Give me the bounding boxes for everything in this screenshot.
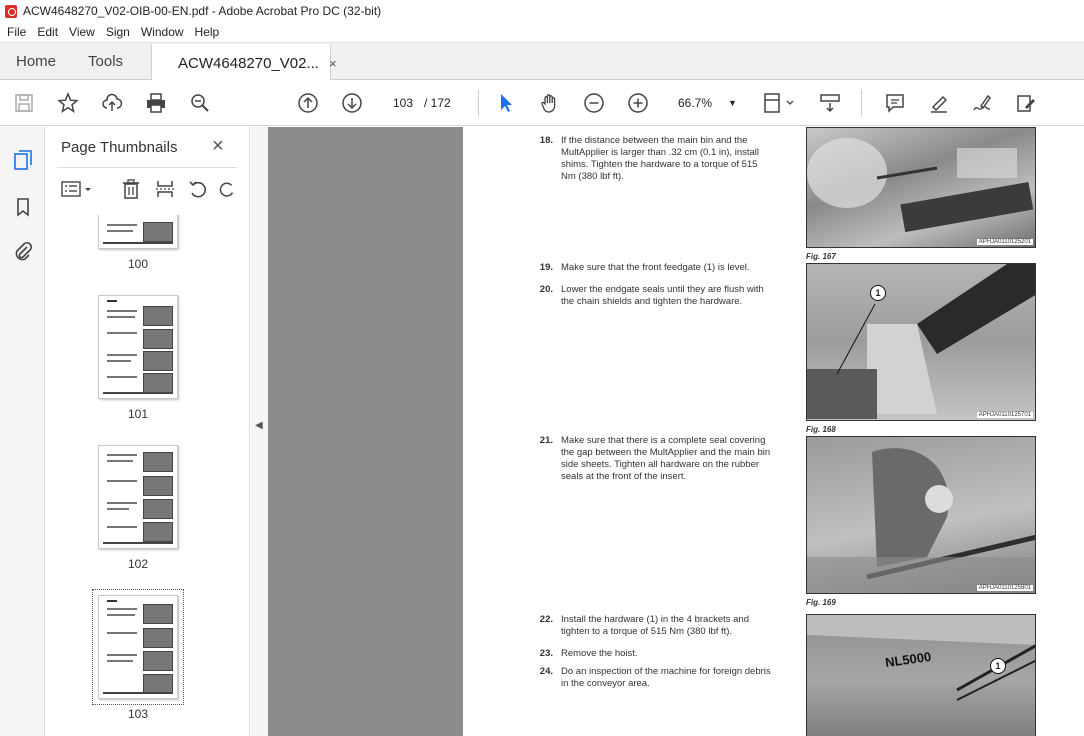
step-number: 18.	[539, 135, 553, 146]
acrobat-app-icon	[5, 4, 17, 18]
page-total: / 172	[424, 96, 451, 110]
save-icon[interactable]	[12, 91, 36, 115]
tab-bar: Home Tools ACW4648270_V02... ×	[0, 42, 1084, 82]
comment-icon[interactable]	[883, 91, 907, 115]
page-thumbnail[interactable]	[98, 445, 178, 549]
window-title: ACW4648270_V02-OIB-00-EN.pdf - Adobe Acr…	[23, 4, 382, 18]
draw-sign-icon[interactable]	[970, 91, 994, 115]
hand-tool-icon[interactable]	[538, 91, 562, 115]
figure-callout: 1	[870, 285, 886, 301]
highlight-pen-icon[interactable]	[927, 91, 951, 115]
rotate-right-icon[interactable]	[217, 177, 237, 201]
main-toolbar	[0, 80, 1084, 126]
rotate-left-icon[interactable]	[185, 177, 211, 201]
thumbnail-label: 101	[127, 407, 149, 421]
menu-window[interactable]: Window	[141, 25, 184, 39]
select-cursor-icon[interactable]	[494, 91, 518, 115]
document-tab-label: ACW4648270_V02...	[178, 54, 319, 72]
thumbnail-label: 103	[127, 707, 149, 721]
bookmark-star-icon[interactable]	[56, 91, 80, 115]
delete-page-icon[interactable]	[118, 177, 144, 201]
tab-tools[interactable]: Tools	[72, 43, 139, 79]
figure-caption: Fig. 167	[806, 252, 836, 261]
upload-cloud-icon[interactable]	[100, 91, 124, 115]
zoom-value: 66.7%	[678, 96, 713, 110]
figure-code: APHJA0110125801	[976, 585, 1033, 591]
figure-code: APHJA0110125701	[976, 412, 1033, 418]
page-number-input[interactable]: 103	[384, 91, 422, 115]
step-text: Install the hardware (1) in the 4 bracke…	[561, 614, 749, 637]
page-thumbnails-icon[interactable]	[10, 147, 36, 173]
step-text: Make sure that there is a complete seal …	[561, 435, 771, 482]
tab-home[interactable]: Home	[0, 43, 72, 79]
menu-sign[interactable]: Sign	[106, 25, 130, 39]
toolbar-separator	[478, 90, 479, 116]
menu-file[interactable]: File	[7, 25, 26, 39]
scroll-mode-icon[interactable]	[818, 91, 842, 115]
step-text: Remove the hoist.	[561, 648, 638, 659]
close-tab-icon[interactable]: ×	[329, 56, 337, 71]
step-number: 24.	[539, 666, 553, 677]
close-panel-icon[interactable]: ×	[212, 135, 224, 158]
step-number: 19.	[539, 262, 553, 273]
thumbnail-list: 100 101 102 103	[45, 215, 235, 736]
panel-splitter[interactable]: ◀	[251, 127, 268, 736]
collapse-panel-icon[interactable]: ◀	[255, 420, 263, 431]
panel-divider	[57, 167, 237, 168]
page-thumbnail-selected[interactable]	[98, 595, 178, 699]
pdf-page: 18. If the distance between the main bin…	[463, 127, 1084, 736]
thumbnail-options-icon[interactable]	[59, 177, 95, 201]
document-view[interactable]: 18. If the distance between the main bin…	[268, 127, 1084, 736]
panel-title: Page Thumbnails	[61, 139, 178, 156]
next-page-icon[interactable]	[340, 91, 364, 115]
navigation-rail	[0, 127, 45, 736]
bookmarks-icon[interactable]	[10, 194, 36, 220]
menu-view[interactable]: View	[69, 25, 95, 39]
attachments-icon[interactable]	[10, 239, 36, 265]
figure-photo: APHJA0110125801	[806, 436, 1036, 594]
figure-photo: NL5000 1	[806, 614, 1036, 736]
step-text: Lower the endgate seals until they are f…	[561, 284, 764, 307]
edit-pdf-icon[interactable]	[1014, 91, 1038, 115]
figure-callout: 1	[990, 658, 1006, 674]
thumbnails-panel: Page Thumbnails × 100 101 102 103	[45, 127, 288, 736]
menu-help[interactable]: Help	[195, 25, 220, 39]
figure-code: APHJA0110125201	[976, 239, 1033, 245]
step-number: 23.	[539, 648, 553, 659]
step-text: Do an inspection of the machine for fore…	[561, 666, 771, 689]
step-text: If the distance between the main bin and…	[561, 135, 759, 182]
page-fit-icon[interactable]	[762, 91, 798, 115]
step-text: Make sure that the front feedgate (1) is…	[561, 262, 750, 273]
step-number: 20.	[539, 284, 553, 295]
title-bar: ACW4648270_V02-OIB-00-EN.pdf - Adobe Acr…	[0, 0, 1084, 22]
zoom-select[interactable]: 66.7% ▼	[672, 91, 742, 115]
previous-page-icon[interactable]	[296, 91, 320, 115]
toolbar-separator	[861, 90, 862, 116]
page-thumbnail[interactable]	[98, 295, 178, 399]
zoom-out-icon[interactable]	[582, 91, 606, 115]
figure-caption: Fig. 168	[806, 425, 836, 434]
zoom-in-icon[interactable]	[626, 91, 650, 115]
figure-caption: Fig. 169	[806, 598, 836, 607]
extract-pages-icon[interactable]	[152, 177, 178, 201]
thumbnail-label: 102	[127, 557, 149, 571]
chevron-down-icon: ▼	[728, 98, 737, 108]
figure-photo: APHJA0110125201	[806, 127, 1036, 248]
menu-bar: File Edit View Sign Window Help	[0, 22, 1084, 42]
page-thumbnail[interactable]	[98, 215, 178, 249]
menu-edit[interactable]: Edit	[37, 25, 58, 39]
thumbnail-label: 100	[127, 257, 149, 271]
print-icon[interactable]	[144, 91, 168, 115]
figure-photo: 1 APHJA0110125701	[806, 263, 1036, 421]
zoom-search-icon[interactable]	[188, 91, 212, 115]
tab-document[interactable]: ACW4648270_V02... ×	[151, 44, 337, 82]
step-number: 22.	[539, 614, 553, 625]
step-number: 21.	[539, 435, 553, 446]
